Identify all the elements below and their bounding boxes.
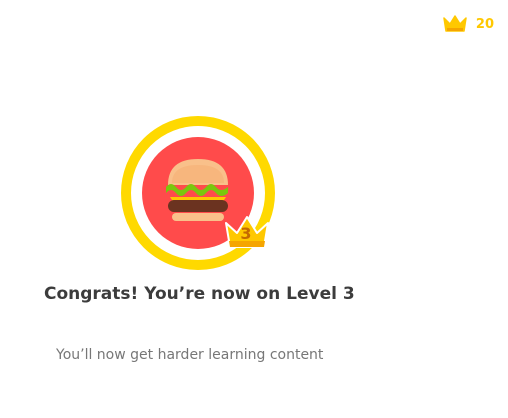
burger-icon bbox=[166, 159, 228, 221]
level-up-screen: 20 3 Congrats! You’re now on Level 3 You… bbox=[0, 0, 508, 418]
crown-icon bbox=[442, 14, 468, 34]
congrats-subtitle: You’ll now get harder learning content bbox=[56, 347, 324, 363]
level-number: 3 bbox=[240, 224, 252, 243]
crown-count: 20 bbox=[475, 16, 494, 32]
level-crown-badge: 3 bbox=[222, 213, 272, 251]
congrats-title: Congrats! You’re now on Level 3 bbox=[44, 284, 355, 304]
crown-counter[interactable]: 20 bbox=[442, 14, 494, 34]
level-badge: 3 bbox=[118, 113, 278, 273]
